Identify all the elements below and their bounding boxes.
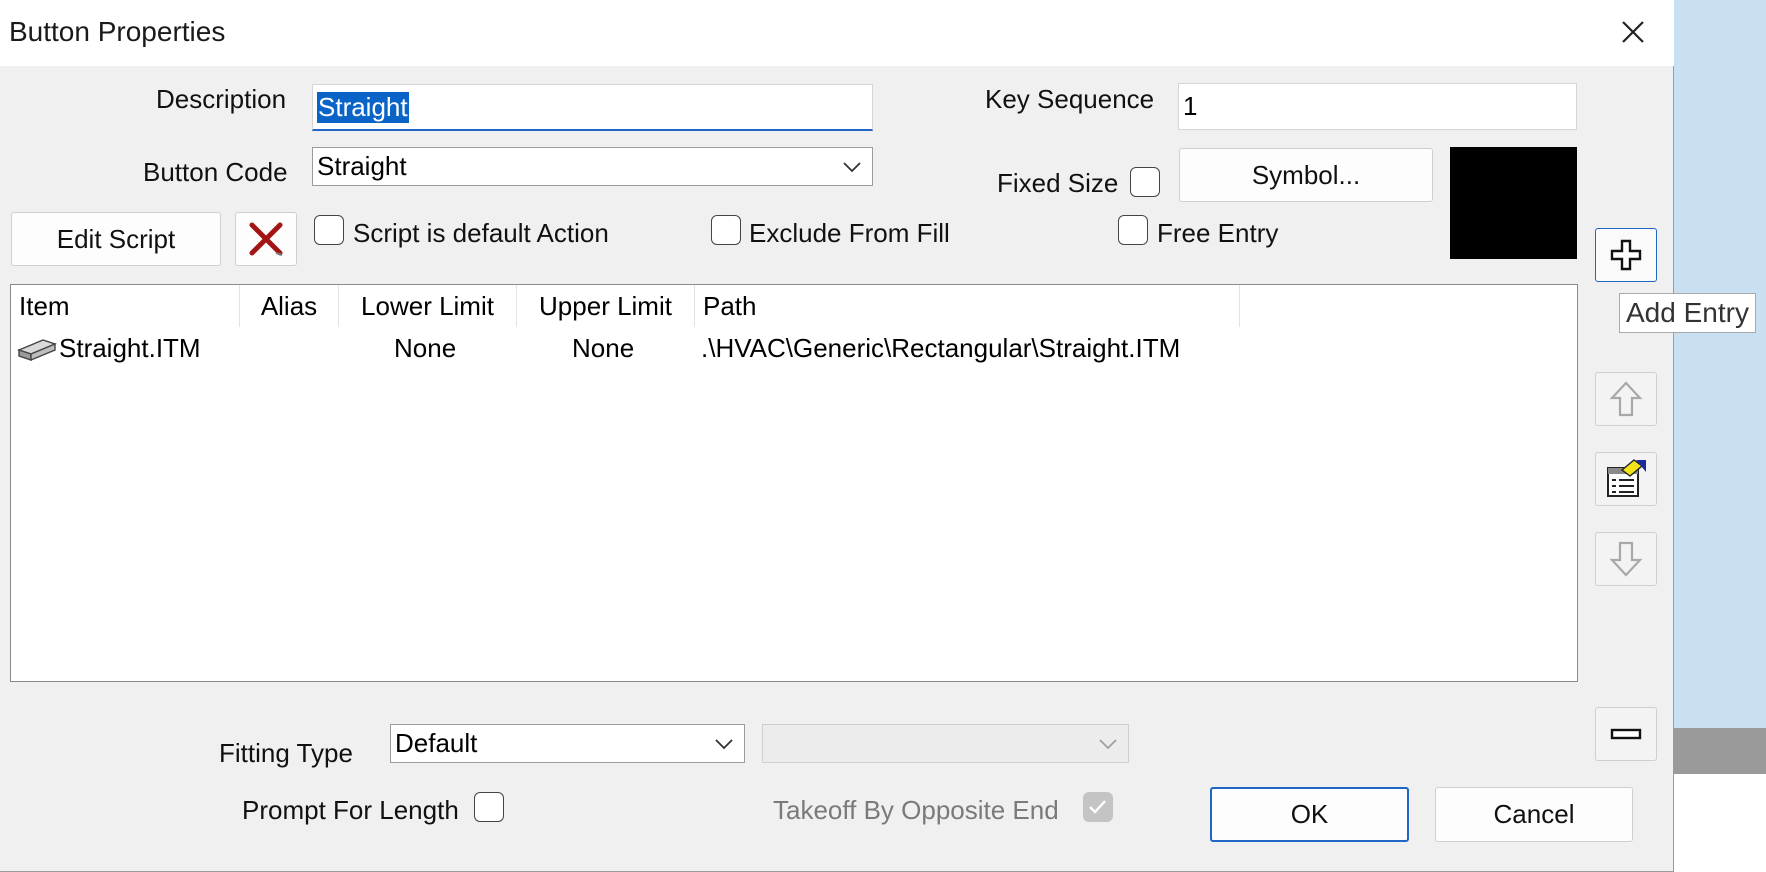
prompt-length-checkbox[interactable] bbox=[474, 792, 504, 822]
table-row[interactable]: Straight.ITM None None .\HVAC\Generic\Re… bbox=[11, 327, 1577, 369]
ok-button[interactable]: OK bbox=[1210, 787, 1409, 842]
row-lower-limit: None bbox=[394, 333, 457, 363]
free-entry-label: Free Entry bbox=[1157, 218, 1279, 248]
exclude-fill-checkbox[interactable] bbox=[711, 215, 741, 245]
symbol-button[interactable]: Symbol... bbox=[1179, 148, 1433, 202]
fixed-size-checkbox[interactable] bbox=[1130, 167, 1160, 197]
title-bar: Button Properties bbox=[0, 0, 1674, 66]
key-sequence-input[interactable]: 1 bbox=[1178, 83, 1577, 130]
key-sequence-value: 1 bbox=[1183, 91, 1198, 121]
row-path: .\HVAC\Generic\Rectangular\Straight.ITM bbox=[701, 333, 1181, 363]
column-header-upper-limit[interactable]: Upper Limit bbox=[517, 285, 695, 327]
arrow-up-icon bbox=[1609, 381, 1643, 417]
row-item: Straight.ITM bbox=[59, 333, 201, 363]
takeoff-label: Takeoff By Opposite End bbox=[773, 795, 1059, 825]
takeoff-checkbox[interactable] bbox=[1083, 792, 1113, 822]
red-x-icon bbox=[249, 222, 283, 256]
checkmark-icon bbox=[1089, 800, 1106, 814]
move-up-button[interactable] bbox=[1595, 372, 1657, 426]
button-code-label: Button Code bbox=[143, 157, 288, 187]
description-input[interactable]: Straight bbox=[312, 84, 873, 131]
minus-icon bbox=[1610, 728, 1642, 740]
remove-entry-button[interactable] bbox=[1595, 707, 1657, 761]
arrow-down-icon bbox=[1609, 541, 1643, 577]
button-properties-dialog: Button Properties Description Straight K… bbox=[0, 0, 1674, 872]
dialog-title: Button Properties bbox=[9, 16, 226, 47]
script-default-label: Script is default Action bbox=[353, 218, 609, 248]
edit-entry-button[interactable] bbox=[1595, 452, 1657, 506]
column-header-item[interactable]: Item bbox=[11, 285, 240, 327]
column-header-path[interactable]: Path bbox=[695, 285, 1240, 327]
chevron-down-icon bbox=[1099, 738, 1117, 749]
close-button[interactable] bbox=[1610, 12, 1654, 52]
fitting-type-value: Default bbox=[395, 728, 478, 758]
column-header-alias[interactable]: Alias bbox=[240, 285, 339, 327]
duct-item-icon bbox=[17, 339, 57, 362]
cancel-button[interactable]: Cancel bbox=[1435, 787, 1633, 842]
chevron-down-icon bbox=[715, 738, 733, 749]
prompt-length-label: Prompt For Length bbox=[242, 795, 459, 825]
close-icon bbox=[1622, 21, 1644, 43]
fixed-size-label: Fixed Size bbox=[997, 168, 1119, 198]
free-entry-checkbox[interactable] bbox=[1118, 215, 1148, 245]
add-entry-button[interactable] bbox=[1595, 228, 1657, 282]
plus-icon bbox=[1610, 239, 1642, 271]
edit-script-button[interactable]: Edit Script bbox=[11, 212, 221, 266]
description-label: Description bbox=[156, 84, 287, 114]
delete-script-button[interactable] bbox=[235, 212, 297, 266]
script-default-checkbox[interactable] bbox=[314, 215, 344, 245]
edit-properties-icon bbox=[1607, 459, 1646, 497]
items-list[interactable]: Item Alias Lower Limit Upper Limit Path … bbox=[10, 284, 1578, 682]
key-sequence-label: Key Sequence bbox=[985, 84, 1155, 114]
move-down-button[interactable] bbox=[1595, 532, 1657, 586]
add-entry-tooltip: Add Entry bbox=[1619, 293, 1756, 333]
column-header-lower-limit[interactable]: Lower Limit bbox=[339, 285, 517, 327]
description-value: Straight bbox=[317, 91, 409, 123]
button-code-select[interactable]: Straight bbox=[312, 147, 873, 186]
fitting-type-secondary-select[interactable] bbox=[762, 724, 1129, 763]
row-upper-limit: None bbox=[572, 333, 635, 363]
fitting-type-label: Fitting Type bbox=[219, 738, 353, 768]
fitting-type-select[interactable]: Default bbox=[390, 724, 745, 763]
symbol-color-swatch[interactable] bbox=[1450, 147, 1577, 259]
chevron-down-icon bbox=[843, 161, 861, 172]
button-code-value: Straight bbox=[317, 151, 407, 181]
exclude-fill-label: Exclude From Fill bbox=[749, 218, 950, 248]
